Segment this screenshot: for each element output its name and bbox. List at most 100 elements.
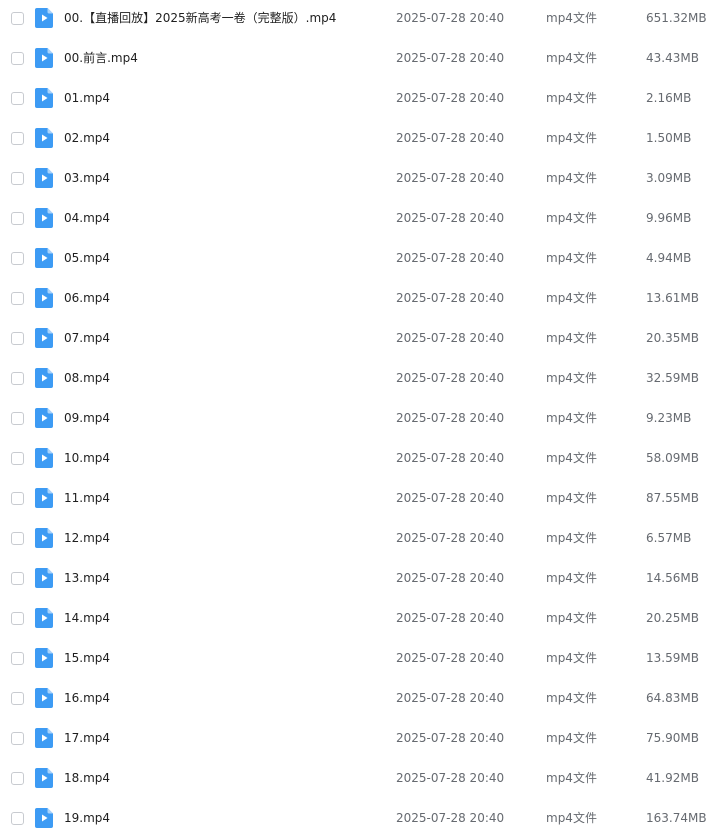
- table-row[interactable]: 19.mp4 2025-07-28 20:40 mp4文件 163.74MB: [0, 800, 707, 830]
- row-checkbox[interactable]: [11, 452, 24, 465]
- row-checkbox[interactable]: [11, 52, 24, 65]
- table-row[interactable]: 05.mp4 2025-07-28 20:40 mp4文件 4.94MB: [0, 240, 707, 280]
- row-checkbox[interactable]: [11, 132, 24, 145]
- file-name: 02.mp4: [64, 131, 111, 145]
- table-row[interactable]: 12.mp4 2025-07-28 20:40 mp4文件 6.57MB: [0, 520, 707, 560]
- table-row[interactable]: 07.mp4 2025-07-28 20:40 mp4文件 20.35MB: [0, 320, 707, 360]
- file-type: mp4文件: [546, 491, 597, 505]
- file-type: mp4文件: [546, 571, 597, 585]
- row-checkbox[interactable]: [11, 692, 24, 705]
- file-name: 11.mp4: [64, 491, 111, 505]
- file-name: 17.mp4: [64, 731, 111, 745]
- file-type: mp4文件: [546, 731, 597, 745]
- file-type: mp4文件: [546, 611, 597, 625]
- table-row[interactable]: 17.mp4 2025-07-28 20:40 mp4文件 75.90MB: [0, 720, 707, 760]
- file-name: 09.mp4: [64, 411, 111, 425]
- row-checkbox[interactable]: [11, 812, 24, 825]
- video-file-icon: [35, 168, 53, 188]
- file-name: 10.mp4: [64, 451, 111, 465]
- table-row[interactable]: 00.【直播回放】2025新高考一卷（完整版）.mp4 2025-07-28 20…: [0, 0, 707, 40]
- table-row[interactable]: 13.mp4 2025-07-28 20:40 mp4文件 14.56MB: [0, 560, 707, 600]
- modified-date: 2025-07-28 20:40: [396, 91, 505, 105]
- table-row[interactable]: 06.mp4 2025-07-28 20:40 mp4文件 13.61MB: [0, 280, 707, 320]
- file-size: 43.43MB: [646, 51, 699, 65]
- row-checkbox[interactable]: [11, 12, 24, 25]
- file-name: 03.mp4: [64, 171, 111, 185]
- row-checkbox[interactable]: [11, 412, 24, 425]
- video-file-icon: [35, 8, 53, 28]
- row-checkbox[interactable]: [11, 532, 24, 545]
- modified-date: 2025-07-28 20:40: [396, 731, 505, 745]
- file-size: 20.25MB: [646, 611, 699, 625]
- row-checkbox[interactable]: [11, 252, 24, 265]
- row-checkbox[interactable]: [11, 572, 24, 585]
- video-file-icon: [35, 448, 53, 468]
- table-row[interactable]: 16.mp4 2025-07-28 20:40 mp4文件 64.83MB: [0, 680, 707, 720]
- file-name: 14.mp4: [64, 611, 111, 625]
- file-size: 651.32MB: [646, 11, 707, 25]
- table-row[interactable]: 01.mp4 2025-07-28 20:40 mp4文件 2.16MB: [0, 80, 707, 120]
- file-size: 20.35MB: [646, 331, 699, 345]
- video-file-icon: [35, 528, 53, 548]
- modified-date: 2025-07-28 20:40: [396, 331, 505, 345]
- table-row[interactable]: 15.mp4 2025-07-28 20:40 mp4文件 13.59MB: [0, 640, 707, 680]
- video-file-icon: [35, 88, 53, 108]
- file-name: 16.mp4: [64, 691, 111, 705]
- file-type: mp4文件: [546, 251, 597, 265]
- table-row[interactable]: 18.mp4 2025-07-28 20:40 mp4文件 41.92MB: [0, 760, 707, 800]
- row-checkbox[interactable]: [11, 612, 24, 625]
- modified-date: 2025-07-28 20:40: [396, 11, 505, 25]
- table-row[interactable]: 04.mp4 2025-07-28 20:40 mp4文件 9.96MB: [0, 200, 707, 240]
- video-file-icon: [35, 808, 53, 828]
- file-type: mp4文件: [546, 811, 597, 825]
- file-size: 3.09MB: [646, 171, 692, 185]
- file-name: 12.mp4: [64, 531, 111, 545]
- file-size: 87.55MB: [646, 491, 699, 505]
- file-type: mp4文件: [546, 131, 597, 145]
- file-type: mp4文件: [546, 51, 597, 65]
- row-checkbox[interactable]: [11, 372, 24, 385]
- row-checkbox[interactable]: [11, 212, 24, 225]
- file-type: mp4文件: [546, 331, 597, 345]
- modified-date: 2025-07-28 20:40: [396, 491, 505, 505]
- modified-date: 2025-07-28 20:40: [396, 811, 505, 825]
- row-checkbox[interactable]: [11, 332, 24, 345]
- file-size: 75.90MB: [646, 731, 699, 745]
- row-checkbox[interactable]: [11, 732, 24, 745]
- file-name: 19.mp4: [64, 811, 111, 825]
- video-file-icon: [35, 328, 53, 348]
- file-name: 13.mp4: [64, 571, 111, 585]
- row-checkbox[interactable]: [11, 652, 24, 665]
- table-row[interactable]: 10.mp4 2025-07-28 20:40 mp4文件 58.09MB: [0, 440, 707, 480]
- file-name: 05.mp4: [64, 251, 111, 265]
- modified-date: 2025-07-28 20:40: [396, 651, 505, 665]
- row-checkbox[interactable]: [11, 172, 24, 185]
- file-size: 4.94MB: [646, 251, 692, 265]
- file-type: mp4文件: [546, 211, 597, 225]
- file-type: mp4文件: [546, 371, 597, 385]
- row-checkbox[interactable]: [11, 92, 24, 105]
- file-size: 9.96MB: [646, 211, 692, 225]
- file-size: 14.56MB: [646, 571, 699, 585]
- table-row[interactable]: 11.mp4 2025-07-28 20:40 mp4文件 87.55MB: [0, 480, 707, 520]
- file-name: 18.mp4: [64, 771, 111, 785]
- modified-date: 2025-07-28 20:40: [396, 211, 505, 225]
- video-file-icon: [35, 488, 53, 508]
- file-size: 163.74MB: [646, 811, 707, 825]
- file-size: 64.83MB: [646, 691, 699, 705]
- table-row[interactable]: 08.mp4 2025-07-28 20:40 mp4文件 32.59MB: [0, 360, 707, 400]
- table-row[interactable]: 02.mp4 2025-07-28 20:40 mp4文件 1.50MB: [0, 120, 707, 160]
- table-row[interactable]: 00.前言.mp4 2025-07-28 20:40 mp4文件 43.43MB: [0, 40, 707, 80]
- video-file-icon: [35, 128, 53, 148]
- row-checkbox[interactable]: [11, 772, 24, 785]
- file-type: mp4文件: [546, 11, 597, 25]
- table-row[interactable]: 14.mp4 2025-07-28 20:40 mp4文件 20.25MB: [0, 600, 707, 640]
- row-checkbox[interactable]: [11, 492, 24, 505]
- file-name: 04.mp4: [64, 211, 111, 225]
- file-size: 6.57MB: [646, 531, 692, 545]
- row-checkbox[interactable]: [11, 292, 24, 305]
- table-row[interactable]: 09.mp4 2025-07-28 20:40 mp4文件 9.23MB: [0, 400, 707, 440]
- video-file-icon: [35, 368, 53, 388]
- modified-date: 2025-07-28 20:40: [396, 291, 505, 305]
- table-row[interactable]: 03.mp4 2025-07-28 20:40 mp4文件 3.09MB: [0, 160, 707, 200]
